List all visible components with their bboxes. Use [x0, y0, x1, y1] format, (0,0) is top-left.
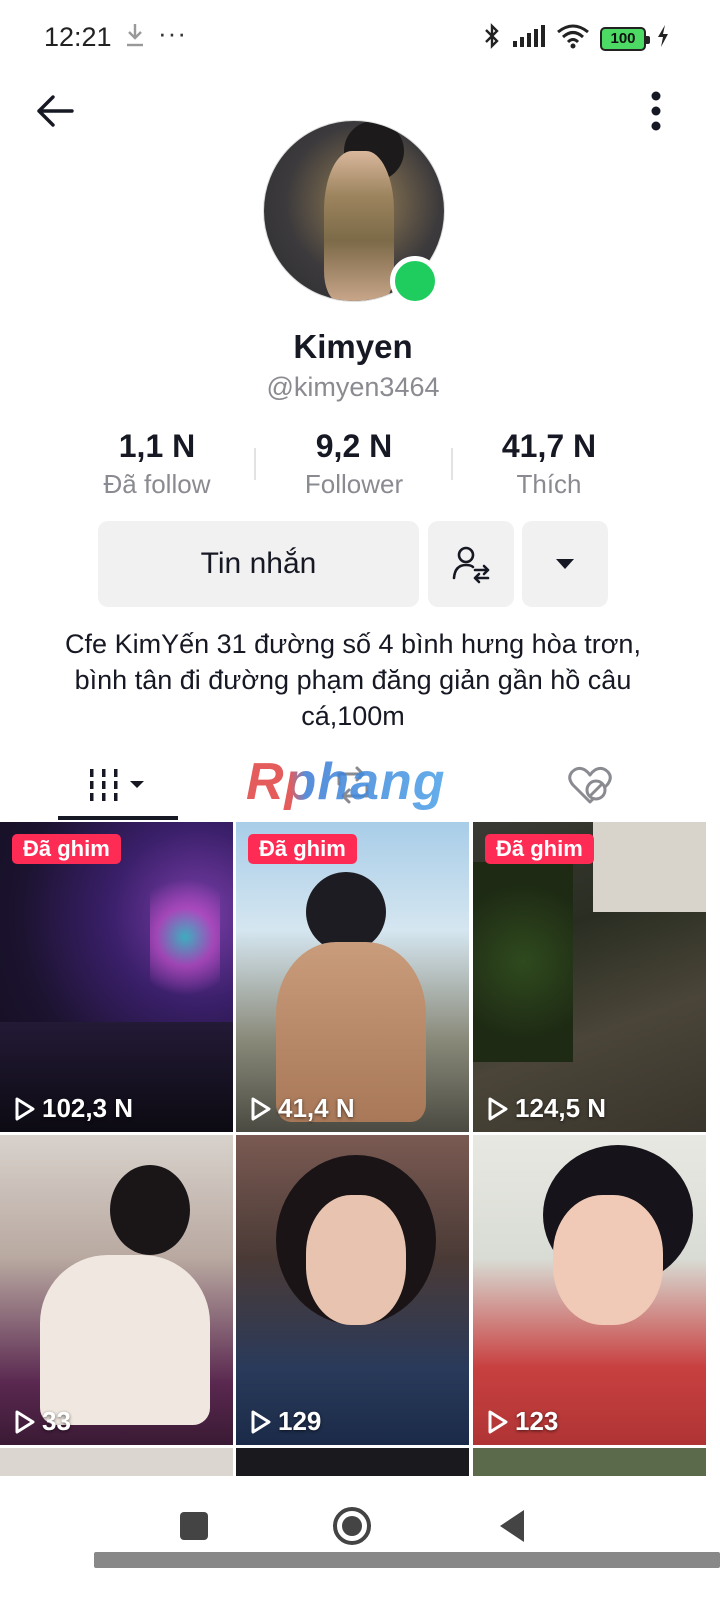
video-thumbnail[interactable]: Đã ghim 41,4 N — [236, 822, 469, 1132]
play-icon — [488, 1097, 508, 1120]
tab-videos[interactable] — [58, 750, 178, 820]
download-icon — [124, 22, 146, 53]
square-icon — [180, 1512, 208, 1540]
video-thumbnail[interactable]: 33 — [0, 1135, 233, 1445]
signal-icon — [512, 24, 546, 53]
user-swap-icon — [452, 546, 490, 584]
video-thumbnail[interactable]: 123 — [473, 1135, 706, 1445]
video-thumbnail[interactable] — [236, 1448, 469, 1476]
pinned-badge: Đã ghim — [248, 834, 357, 864]
battery-icon: 100 — [600, 26, 650, 51]
video-thumbnail[interactable] — [473, 1448, 706, 1476]
more-options-button[interactable] — [636, 84, 676, 138]
charging-icon — [656, 24, 670, 53]
view-count: 129 — [250, 1406, 321, 1437]
view-count: 102,3 N — [14, 1093, 133, 1124]
caret-down-icon — [556, 559, 574, 569]
stat-label: Thích — [516, 469, 582, 499]
view-count-text: 41,4 N — [278, 1093, 355, 1123]
recent-apps-button[interactable] — [164, 1498, 224, 1554]
wifi-icon — [556, 23, 590, 54]
system-navigation-bar — [0, 1476, 720, 1600]
home-button[interactable] — [322, 1498, 382, 1554]
status-time: 12:21 — [44, 22, 112, 52]
stat-label: Follower — [304, 469, 404, 499]
grid-columns-icon — [90, 769, 144, 801]
play-icon — [251, 1410, 271, 1433]
stat-following[interactable]: 1,1 N Đã follow — [57, 428, 257, 500]
display-name: Kimyen — [293, 328, 413, 365]
view-count: 123 — [487, 1406, 558, 1437]
play-icon — [15, 1410, 35, 1433]
friends-button[interactable] — [428, 521, 514, 607]
bluetooth-icon — [482, 22, 502, 55]
stat-value: 9,2 N — [315, 428, 393, 464]
system-back-button[interactable] — [482, 1498, 542, 1554]
back-arrow-icon — [37, 95, 74, 127]
view-count: 124,5 N — [487, 1093, 606, 1124]
pinned-badge: Đã ghim — [485, 834, 594, 864]
view-count-text: 123 — [515, 1406, 559, 1436]
message-button[interactable]: Tin nhắn — [98, 521, 419, 607]
pinned-badge: Đã ghim — [12, 834, 121, 864]
more-vertical-icon — [651, 91, 661, 131]
triangle-back-icon — [500, 1510, 524, 1542]
view-count: 33 — [14, 1406, 71, 1437]
expand-suggestions-button[interactable] — [522, 521, 608, 607]
stat-value: 41,7 N — [501, 428, 597, 464]
play-icon — [488, 1410, 508, 1433]
bio: Cfe KimYến 31 đường số 4 bình hưng hòa t… — [65, 629, 641, 731]
stat-followers[interactable]: 9,2 N Follower — [254, 428, 454, 500]
view-count: 41,4 N — [250, 1093, 355, 1124]
username: @kimyen3464 — [266, 372, 440, 402]
video-thumbnail[interactable]: Đã ghim 102,3 N — [0, 822, 233, 1132]
video-thumbnail[interactable]: Đã ghim 124,5 N — [473, 822, 706, 1132]
view-count-text: 129 — [278, 1406, 322, 1436]
gesture-bar — [94, 1552, 720, 1568]
view-count-text: 124,5 N — [515, 1093, 607, 1123]
active-tab-indicator — [58, 816, 178, 820]
back-button[interactable] — [28, 84, 82, 138]
video-thumbnail[interactable] — [0, 1448, 233, 1476]
play-icon — [15, 1097, 35, 1120]
more-notifications-icon: ··· — [158, 18, 187, 48]
battery-level: 100 — [610, 30, 636, 47]
status-bar: 12:21 ··· 100 — [0, 0, 720, 76]
view-count-text: 33 — [42, 1406, 71, 1436]
play-icon — [251, 1097, 271, 1120]
view-count-text: 102,3 N — [42, 1093, 134, 1123]
tab-liked[interactable] — [540, 750, 640, 820]
hidden-heart-icon — [568, 766, 612, 804]
watermark-logo: Rphang — [246, 753, 446, 811]
stat-likes[interactable]: 41,7 N Thích — [449, 428, 649, 500]
online-status-indicator — [390, 256, 440, 306]
circle-icon — [333, 1507, 371, 1545]
stat-value: 1,1 N — [118, 428, 196, 464]
video-thumbnail[interactable]: 129 — [236, 1135, 469, 1445]
status-icons: 100 — [482, 22, 670, 55]
stat-label: Đã follow — [103, 469, 211, 499]
